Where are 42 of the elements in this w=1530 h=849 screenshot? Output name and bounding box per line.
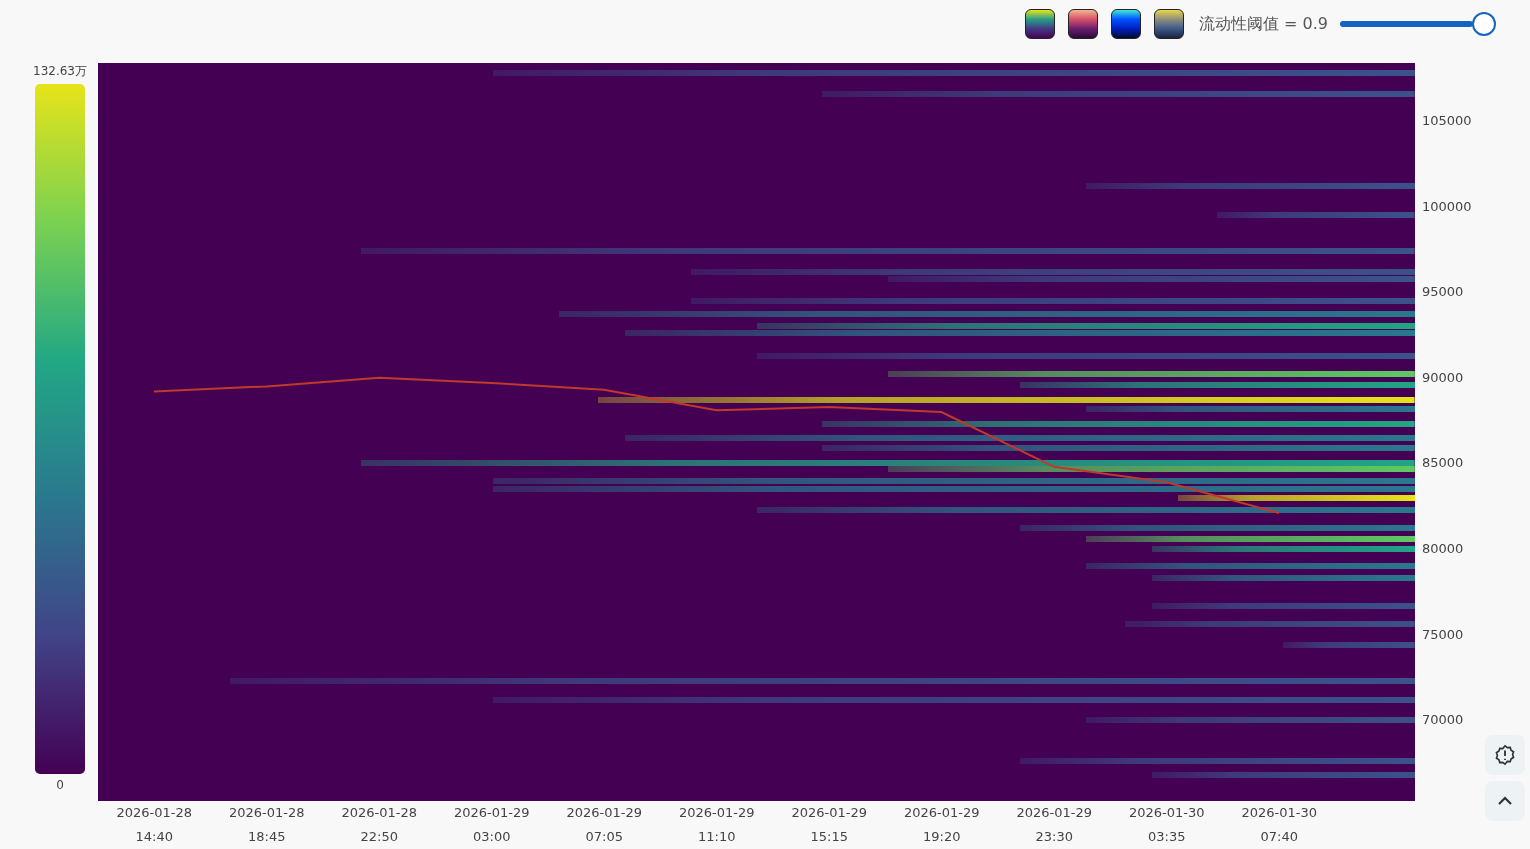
x-axis-time: 11:10 bbox=[698, 828, 736, 846]
slider-thumb[interactable] bbox=[1472, 12, 1496, 36]
y-axis-label: 105000 bbox=[1422, 113, 1472, 129]
x-axis-time: 03:35 bbox=[1148, 828, 1186, 846]
legend-max-label: 132.63万 bbox=[33, 63, 87, 80]
y-axis-label: 85000 bbox=[1422, 455, 1464, 471]
x-axis-date: 2026-01-29 bbox=[791, 804, 868, 822]
x-axis-date: 2026-01-29 bbox=[903, 804, 980, 822]
x-axis-time: 22:50 bbox=[360, 828, 398, 846]
x-axis-date: 2026-01-29 bbox=[566, 804, 643, 822]
alert-button[interactable] bbox=[1485, 735, 1525, 775]
x-axis-time: 23:30 bbox=[1035, 828, 1073, 846]
x-axis-time: 19:20 bbox=[923, 828, 961, 846]
x-axis-date: 2026-01-29 bbox=[1016, 804, 1093, 822]
scroll-top-button[interactable] bbox=[1485, 781, 1525, 821]
x-axis-date: 2026-01-30 bbox=[1241, 804, 1318, 822]
alert-badge-icon bbox=[1494, 744, 1516, 766]
y-axis-label: 90000 bbox=[1422, 369, 1464, 385]
x-axis-time: 07:40 bbox=[1260, 828, 1298, 846]
color-scheme-button[interactable] bbox=[1110, 9, 1141, 39]
color-scheme-button[interactable] bbox=[1024, 9, 1055, 39]
threshold-label: 流动性阈值 = 0.9 bbox=[1198, 13, 1328, 35]
color-scheme-button[interactable] bbox=[1153, 9, 1184, 39]
x-axis-date: 2026-01-28 bbox=[116, 804, 193, 822]
y-axis-label: 95000 bbox=[1422, 284, 1464, 300]
legend-min-label: 0 bbox=[56, 778, 64, 792]
x-axis-date: 2026-01-28 bbox=[341, 804, 418, 822]
x-axis-time: 15:15 bbox=[810, 828, 848, 846]
chevron-up-icon bbox=[1497, 796, 1513, 806]
x-axis-time: 14:40 bbox=[135, 828, 173, 846]
y-axis-label: 70000 bbox=[1422, 712, 1464, 728]
x-axis-time: 03:00 bbox=[473, 828, 511, 846]
x-axis-date: 2026-01-28 bbox=[228, 804, 305, 822]
color-scheme-button[interactable] bbox=[1067, 9, 1098, 39]
x-axis-date: 2026-01-30 bbox=[1128, 804, 1205, 822]
y-axis-label: 100000 bbox=[1422, 198, 1472, 214]
y-axis-label: 75000 bbox=[1422, 626, 1464, 642]
x-axis-time: 07:05 bbox=[585, 828, 623, 846]
x-axis-date: 2026-01-29 bbox=[678, 804, 755, 822]
x-axis-time: 18:45 bbox=[248, 828, 286, 846]
x-axis-date: 2026-01-29 bbox=[453, 804, 530, 822]
y-axis-label: 80000 bbox=[1422, 541, 1464, 556]
